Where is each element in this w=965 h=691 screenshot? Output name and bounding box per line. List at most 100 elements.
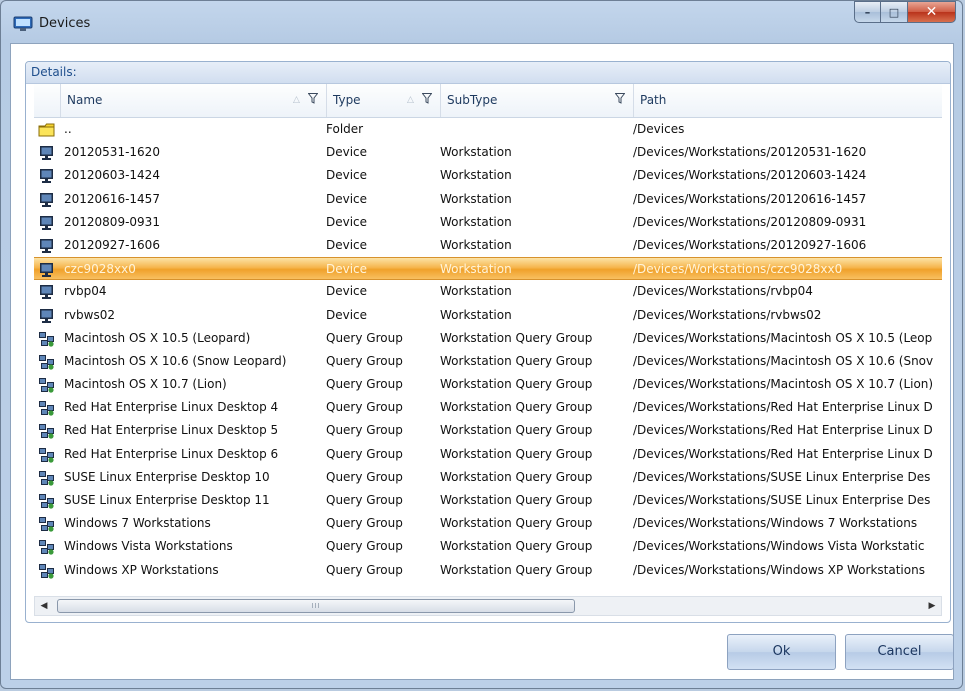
row-subtype: Workstation Query Group [440, 423, 593, 438]
cancel-button[interactable]: Cancel [845, 634, 954, 670]
row-path: /Devices/Workstations/Red Hat Enterprise… [633, 400, 933, 415]
column-header-type[interactable]: Type △ [326, 84, 440, 117]
table-row[interactable]: Red Hat Enterprise Linux Desktop 5 Query … [34, 419, 942, 442]
row-type: Query Group [326, 516, 403, 531]
table-row[interactable]: .. Folder/Devices [34, 118, 942, 141]
row-type: Device [326, 168, 368, 183]
row-name: 20120809-0931 [64, 214, 160, 229]
row-type: Query Group [326, 493, 403, 507]
table-row[interactable]: Red Hat Enterprise Linux Desktop 4 Query … [34, 396, 942, 419]
column-header-subtype[interactable]: SubType [440, 84, 633, 117]
row-path: /Devices/Workstations/20120927-1606 [633, 237, 867, 252]
row-name: 20120616-1457 [64, 191, 160, 206]
scroll-left-icon[interactable]: ◀ [35, 597, 53, 615]
row-type: Device [326, 214, 368, 229]
row-subtype: Workstation Query Group [440, 353, 593, 368]
scrollbar-thumb[interactable]: III [57, 599, 575, 613]
maximize-button[interactable]: □ [881, 1, 908, 23]
row-type: Device [326, 145, 368, 160]
computer-icon [38, 262, 56, 278]
query-group-icon [38, 516, 56, 532]
filter-icon[interactable] [308, 93, 318, 104]
row-path: /Devices/Workstations/20120616-1457 [633, 191, 867, 206]
table-row[interactable]: czc9028xx0 Device Workstation/Devices/Work… [34, 257, 942, 281]
column-subtype-label: SubType [447, 93, 498, 107]
row-name: Red Hat Enterprise Linux Desktop 4 [64, 400, 279, 415]
table-row[interactable]: 20120616-1457 Device Workstation/Devices/W… [34, 188, 942, 211]
table-row[interactable]: Windows Vista Workstations Query Group Wor… [34, 535, 942, 558]
row-name: Red Hat Enterprise Linux Desktop 6 [64, 446, 279, 461]
row-path: /Devices/Workstations/rvbp04 [633, 284, 813, 299]
row-path: /Devices/Workstations/SUSE Linux Enterpr… [633, 493, 931, 507]
table-row[interactable]: Macintosh OS X 10.7 (Lion) Query Group Wor… [34, 373, 942, 396]
close-button[interactable]: ✕ [908, 1, 956, 23]
row-subtype: Workstation Query Group [440, 539, 593, 554]
row-type: Query Group [326, 330, 403, 345]
row-type: Query Group [326, 562, 403, 577]
row-path: /Devices/Workstations/20120603-1424 [633, 168, 867, 183]
column-type-label: Type [333, 93, 361, 107]
row-subtype: Workstation Query Group [440, 493, 593, 507]
row-path: /Devices/Workstations/Red Hat Enterprise… [633, 423, 933, 438]
table-row[interactable]: Macintosh OS X 10.6 (Snow Leopard) Query … [34, 350, 942, 373]
computer-icon [38, 215, 56, 231]
row-subtype: Workstation Query Group [440, 516, 593, 531]
table-row[interactable]: Macintosh OS X 10.5 (Leopard) Query Group… [34, 327, 942, 350]
table-row[interactable]: 20120809-0931 Device Workstation/Devices/W… [34, 211, 942, 234]
table-row[interactable]: rvbws02 Device Workstation/Devices/Worksta… [34, 304, 942, 327]
row-type: Device [326, 262, 368, 277]
row-subtype: Workstation [440, 262, 512, 277]
table-row[interactable]: SUSE Linux Enterprise Desktop 10 Query Gr… [34, 466, 942, 489]
row-subtype: Workstation Query Group [440, 469, 593, 484]
query-group-icon [38, 423, 56, 440]
row-subtype: Workstation [440, 237, 512, 252]
query-group-icon [38, 539, 56, 555]
scroll-right-icon[interactable]: ▶ [923, 597, 941, 615]
row-type: Query Group [326, 539, 403, 554]
row-name: Macintosh OS X 10.6 (Snow Leopard) [64, 353, 287, 368]
row-type: Query Group [326, 446, 403, 461]
row-name: czc9028xx0 [64, 262, 136, 277]
computer-icon [38, 145, 56, 161]
ok-button[interactable]: Ok [727, 634, 836, 670]
row-name: Red Hat Enterprise Linux Desktop 5 [64, 423, 279, 438]
table-row[interactable]: 20120531-1620 Device Workstation/Devices/W… [34, 141, 942, 164]
column-path-label: Path [640, 93, 667, 107]
row-name: .. [64, 122, 72, 136]
row-subtype: Workstation [440, 168, 512, 183]
computer-icon [38, 168, 56, 184]
table-row[interactable]: 20120927-1606 Device Workstation/Devices/W… [34, 234, 942, 257]
row-subtype: Workstation Query Group [440, 400, 593, 415]
row-name: SUSE Linux Enterprise Desktop 11 [64, 493, 270, 507]
row-type: Device [326, 307, 368, 322]
row-type: Device [326, 284, 368, 299]
row-subtype: Workstation Query Group [440, 446, 593, 461]
table-row[interactable]: Windows 7 Workstations Query Group Worksta… [34, 512, 942, 535]
minimize-icon: – [864, 5, 871, 19]
row-path: /Devices/Workstations/czc9028xx0 [633, 262, 843, 277]
row-path: /Devices/Workstations/20120531-1620 [633, 145, 867, 160]
row-type: Folder [326, 122, 364, 136]
row-type: Device [326, 191, 368, 206]
filter-icon[interactable] [422, 93, 432, 104]
title-bar[interactable]: Devices – □ ✕ [1, 1, 962, 43]
table-row[interactable]: SUSE Linux Enterprise Desktop 11 Query Gr… [34, 489, 942, 512]
table-row[interactable]: Windows XP Workstations Query Group Workst… [34, 559, 942, 582]
column-header-path[interactable]: Path [633, 84, 942, 117]
window-title: Devices [39, 16, 91, 31]
query-group-icon [38, 493, 56, 509]
row-path: /Devices/Workstations/Windows XP Worksta… [633, 562, 925, 577]
row-name: 20120927-1606 [64, 237, 160, 252]
row-name: 20120531-1620 [64, 145, 160, 160]
sort-indicator-icon: △ [293, 95, 300, 105]
table-row[interactable]: 20120603-1424 Device Workstation/Devices/W… [34, 164, 942, 187]
horizontal-scrollbar[interactable]: ◀ III ▶ [34, 596, 942, 616]
filter-icon[interactable] [615, 93, 625, 104]
row-type: Query Group [326, 377, 403, 392]
devices-grid: Name △ Type △ SubType Path .. Folder/Devi [34, 84, 942, 596]
table-row[interactable]: Red Hat Enterprise Linux Desktop 6 Query … [34, 443, 942, 466]
minimize-button[interactable]: – [854, 1, 881, 23]
column-header-name[interactable]: Name △ [60, 84, 326, 117]
row-name: SUSE Linux Enterprise Desktop 10 [64, 469, 270, 484]
table-row[interactable]: rvbp04 Device Workstation/Devices/Workstat… [34, 280, 942, 303]
